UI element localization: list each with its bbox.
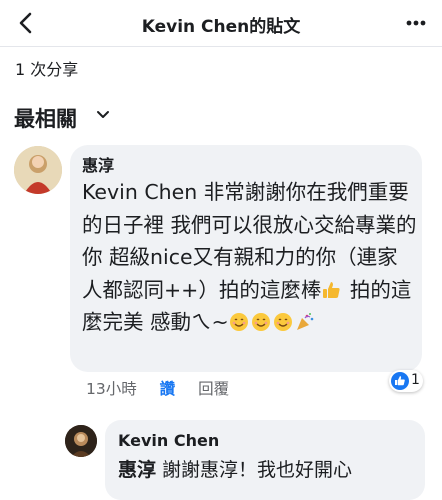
- comment-author[interactable]: 惠淳: [82, 152, 114, 176]
- comment-actions: 13小時 讚 回覆: [86, 377, 247, 399]
- share-count[interactable]: 1 次分享: [15, 56, 78, 80]
- reaction-count: 1: [411, 372, 420, 388]
- reply-button[interactable]: 回覆: [198, 380, 229, 398]
- top-bar: Kevin Chen的貼文: [0, 0, 442, 47]
- avatar[interactable]: [65, 425, 97, 457]
- smile-emoji: [251, 313, 270, 332]
- comment-text-main: 謝謝惠淳！我也好開心: [156, 459, 353, 481]
- mention-link[interactable]: 惠淳: [118, 459, 156, 481]
- like-button[interactable]: 讚: [160, 380, 176, 398]
- reaction-summary[interactable]: 1: [389, 370, 423, 392]
- comment-text: Kevin Chen 非常謝謝你在我們重要的日子裡 我們可以很放心交給專業的你 …: [82, 176, 417, 339]
- page-title: Kevin Chen的貼文: [141, 17, 301, 37]
- chevron-down-icon[interactable]: [96, 108, 110, 122]
- more-dots-icon[interactable]: [404, 11, 428, 35]
- smile-emoji: [273, 313, 292, 332]
- thumbs-up-emoji: [323, 281, 340, 298]
- comment-author[interactable]: Kevin Chen: [118, 431, 219, 450]
- comment-text: 惠淳 謝謝惠淳！我也好開心: [118, 455, 352, 482]
- party-popper-emoji: [296, 313, 314, 331]
- like-reaction-icon: [391, 372, 409, 390]
- avatar[interactable]: [14, 146, 62, 194]
- smile-emoji: [229, 313, 248, 332]
- comment-sort-label[interactable]: 最相關: [14, 103, 77, 133]
- comment-time: 13小時: [86, 380, 137, 398]
